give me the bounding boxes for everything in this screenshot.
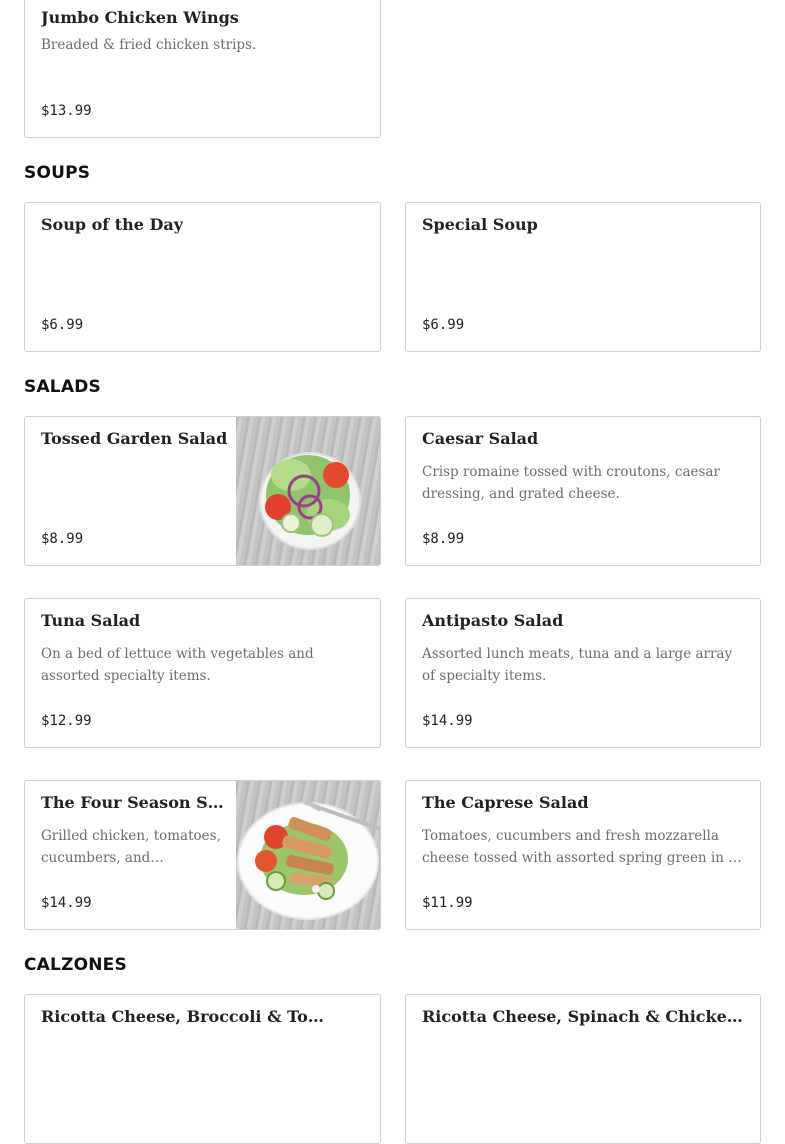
menu-item-card[interactable]: The Four Season Salad Grilled chicken, t… <box>24 780 381 930</box>
menu-item-card[interactable]: Tuna Salad On a bed of lettuce with vege… <box>24 598 381 748</box>
menu-item-card[interactable]: Ricotta Cheese, Spinach & Chicken Calzon… <box>405 994 761 1144</box>
item-name: Jumbo Chicken Wings <box>41 8 239 27</box>
menu-item-card[interactable]: Jumbo Chicken Wings Breaded & fried chic… <box>24 0 381 138</box>
item-description: Tomatoes, cucumbers and fresh mozzarella… <box>422 828 737 866</box>
item-name: The Caprese Salad <box>422 793 589 812</box>
item-price: $11.99 <box>422 895 473 911</box>
item-price: $8.99 <box>422 531 465 547</box>
grilled-chicken-salad-photo <box>236 781 380 929</box>
item-name: Antipasto Salad <box>422 611 564 630</box>
item-description: Breaded & fried chicken strips. <box>41 37 257 53</box>
item-name: Tuna Salad <box>41 611 141 630</box>
item-description: Assorted lunch meats, tuna and a large a… <box>422 646 733 684</box>
item-name: Special Soup <box>422 215 538 234</box>
item-name: Ricotta Cheese, Spinach & Chicken Calzon… <box>422 1007 750 1026</box>
salad-illustration <box>259 452 361 550</box>
menu-item-card[interactable]: Caesar Salad Crisp romaine tossed with c… <box>405 416 761 566</box>
grilled-chicken-salad-illustration <box>237 800 380 920</box>
item-description: Grilled chicken, tomatoes, cucumbers, an… <box>41 828 221 866</box>
item-price: $6.99 <box>422 317 465 333</box>
salad-photo <box>236 417 380 565</box>
item-name: Caesar Salad <box>422 429 539 448</box>
item-price: $13.99 <box>41 103 92 119</box>
item-name: Soup of the Day <box>41 215 184 234</box>
item-price: $14.99 <box>422 713 473 729</box>
menu-item-card[interactable]: Ricotta Cheese, Broccoli & Tomatoes Calz… <box>24 994 381 1144</box>
menu-item-card[interactable]: Special Soup $6.99 <box>405 202 761 352</box>
item-price: $14.99 <box>41 895 92 911</box>
menu-item-card[interactable]: The Caprese Salad Tomatoes, cucumbers an… <box>405 780 761 930</box>
section-title-soups: SOUPS <box>24 163 91 183</box>
menu-item-card[interactable]: Soup of the Day $6.99 <box>24 202 381 352</box>
item-description: On a bed of lettuce with vegetables and … <box>41 646 314 684</box>
menu-item-card[interactable]: Tossed Garden Salad $8.99 <box>24 416 381 566</box>
item-price: $8.99 <box>41 531 84 547</box>
section-title-calzones: CALZONES <box>24 955 127 975</box>
menu-item-card[interactable]: Antipasto Salad Assorted lunch meats, tu… <box>405 598 761 748</box>
item-price: $12.99 <box>41 713 92 729</box>
section-title-salads: SALADS <box>24 377 101 397</box>
item-name: Ricotta Cheese, Broccoli & Tomatoes Calz… <box>41 1007 330 1026</box>
item-name: Tossed Garden Salad <box>41 429 228 448</box>
item-description: Crisp romaine tossed with croutons, caes… <box>422 464 720 502</box>
item-price: $6.99 <box>41 317 84 333</box>
item-name: The Four Season Salad <box>41 793 230 812</box>
